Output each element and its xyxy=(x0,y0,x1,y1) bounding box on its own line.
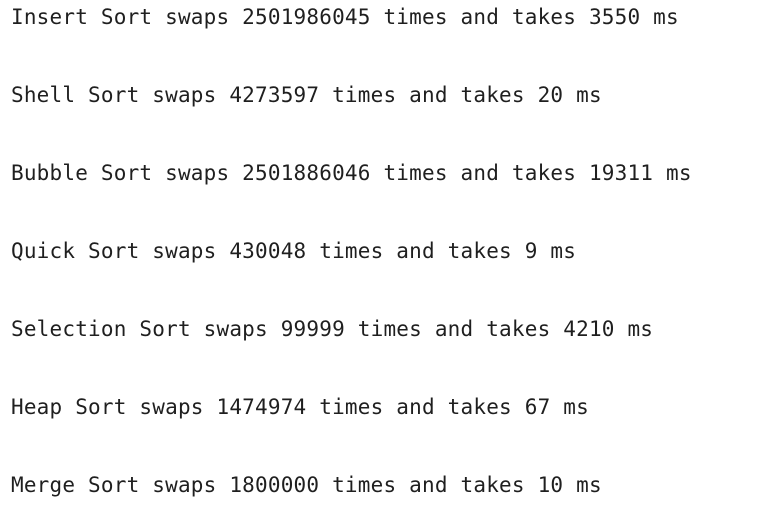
output-line-heap-sort: Heap Sort swaps 1474974 times and takes … xyxy=(11,395,589,419)
console-output: Insert Sort swaps 2501986045 times and t… xyxy=(0,0,776,531)
output-line-insert-sort: Insert Sort swaps 2501986045 times and t… xyxy=(11,5,679,29)
output-line-selection-sort: Selection Sort swaps 99999 times and tak… xyxy=(11,317,654,341)
output-line-merge-sort: Merge Sort swaps 1800000 times and takes… xyxy=(11,473,602,497)
output-line-bubble-sort: Bubble Sort swaps 2501886046 times and t… xyxy=(11,161,692,185)
output-line-quick-sort: Quick Sort swaps 430048 times and takes … xyxy=(11,239,577,263)
output-line-shell-sort: Shell Sort swaps 4273597 times and takes… xyxy=(11,83,602,107)
